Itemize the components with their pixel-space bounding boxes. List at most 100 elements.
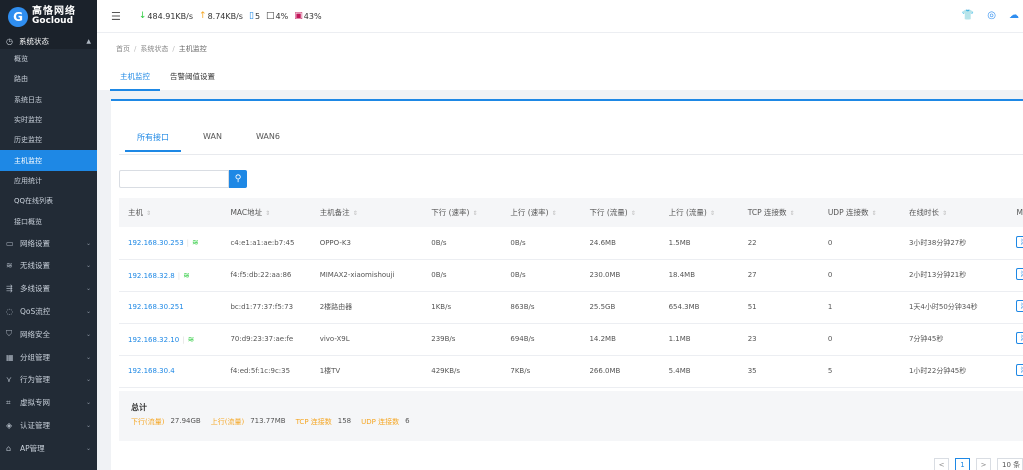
tab-host-monitor[interactable]: 主机监控 [110, 71, 160, 91]
host-ip-link[interactable]: 192.168.30.4 [128, 367, 175, 375]
column-header-6[interactable]: 上行 (流量) ⇕ [660, 198, 739, 227]
cell-udp: 0 [827, 271, 833, 279]
sidebar-group-4[interactable]: ⛉ 网络安全 ⌄ [0, 323, 97, 346]
add-mac-button[interactable]: 添加 [1016, 364, 1023, 376]
cell-note: 2楼路由器 [319, 303, 353, 311]
sidebar-group-3[interactable]: ◌ QoS流控 ⌄ [0, 300, 97, 323]
tab-alarm-threshold[interactable]: 告警阈值设置 [160, 71, 225, 91]
add-mac-button[interactable]: 添加 [1016, 300, 1023, 312]
sidebar-group-8[interactable]: ◈ 认证管理 ⌄ [0, 414, 97, 437]
cell-action: 添加 [1007, 355, 1023, 387]
column-header-1[interactable]: MAC地址 ⇕ [221, 198, 310, 227]
sidebar-item-2[interactable]: 系统日志 [0, 90, 97, 110]
search-icon: ⚲ [234, 174, 242, 184]
cloud-icon[interactable]: ☁ [1009, 10, 1019, 21]
wifi-icon: ≋ [187, 334, 195, 344]
chevron-up-icon: ▲ [86, 37, 91, 45]
host-ip-cell[interactable]: 192.168.30.4 [119, 355, 221, 387]
sidebar-group-1[interactable]: ≋ 无线设置 ⌄ [0, 254, 97, 277]
host-ip-cell[interactable]: 192.168.30.251 [119, 291, 221, 323]
column-header-2[interactable]: 主机备注 ⇕ [311, 198, 423, 227]
sidebar-group-7[interactable]: ⌗ 虚拟专网 ⌄ [0, 391, 97, 414]
next-page-button[interactable]: > [976, 458, 991, 470]
column-header-4[interactable]: 上行 (速率) ⇕ [501, 198, 580, 227]
cell-down-traffic: 14.2MB [589, 335, 616, 343]
sidebar-item-4[interactable]: 历史监控 [0, 130, 97, 150]
search-button[interactable]: ⚲ [229, 170, 247, 188]
sidebar-group-6[interactable]: ⋎ 行为管理 ⌄ [0, 368, 97, 391]
sidebar-item-6[interactable]: 应用统计 [0, 171, 97, 191]
brand-logo[interactable]: G 高恪网络 Gocloud [0, 0, 97, 33]
add-mac-button[interactable]: 添加 [1016, 332, 1023, 344]
sidebar-item-3[interactable]: 实时监控 [0, 110, 97, 130]
sidebar-item-5[interactable]: 主机监控 [0, 150, 97, 171]
cell-up-traffic: 654.3MB [668, 303, 700, 311]
host-ip-link[interactable]: 192.168.30.253 [128, 239, 184, 247]
add-mac-button[interactable]: 添加 [1016, 268, 1023, 280]
table-row: 192.168.32.8 | ≋ f4:f5:db:22:aa:86 MIMAX2-xi… [119, 259, 1023, 291]
breadcrumb-system-status[interactable]: 系统状态 [140, 45, 168, 53]
cell-udp: 5 [827, 367, 833, 375]
host-ip-cell[interactable]: 192.168.32.10 | ≋ [119, 323, 221, 355]
column-header-5[interactable]: 下行 (流量) ⇕ [580, 198, 659, 227]
globe-language-icon[interactable]: ◎ [987, 10, 996, 21]
cloud-logo-icon: G [8, 6, 28, 27]
separator: | [182, 335, 185, 344]
tab-all-interfaces[interactable]: 所有接口 [125, 132, 181, 152]
host-ip-link[interactable]: 192.168.32.10 [128, 336, 179, 344]
column-header-0[interactable]: 主机 ⇕ [119, 198, 221, 227]
chevron-down-icon: ⌄ [85, 239, 91, 247]
cell-action: 添加 [1007, 227, 1023, 259]
prev-page-button[interactable]: < [934, 458, 949, 470]
cell-note: MIMAX2-xiaomishouji [319, 271, 395, 279]
host-ip-link[interactable]: 192.168.32.8 [128, 272, 175, 280]
menu-toggle-icon[interactable]: ☰ [111, 10, 121, 23]
host-ip-link[interactable]: 192.168.30.251 [128, 303, 184, 311]
cell-online: 7分钟45秒 [908, 335, 944, 343]
topbar: ☰ ↓ 484.91KB/s ↑ 8.74KB/s ▯ 5 □ 4% ▣ 43%… [97, 0, 1023, 33]
column-header-7[interactable]: TCP 连接数 ⇕ [739, 198, 819, 227]
add-mac-button[interactable]: 添加 [1016, 235, 1023, 248]
cell-down-traffic: 25.5GB [589, 303, 616, 311]
cell-udp: 0 [827, 238, 833, 247]
breadcrumb: 首页 / 系统状态 / 主机监控 [116, 45, 207, 53]
sort-icon: ⇕ [265, 210, 271, 217]
sidebar-group-system-status[interactable]: ◷ 系统状态 ▲ [0, 33, 97, 49]
host-ip-cell[interactable]: 192.168.32.8 | ≋ [119, 259, 221, 291]
multiline-icon: ⇶ [6, 284, 13, 294]
separator: | [186, 239, 190, 248]
tab-wan[interactable]: WAN [191, 132, 234, 152]
host-ip-cell[interactable]: 192.168.30.253 | ≋ [119, 227, 221, 259]
cell-online: 1天4小时50分钟34秒 [908, 303, 978, 311]
sidebar-group-5[interactable]: ▦ 分组管理 ⌄ [0, 346, 97, 369]
page-size-select[interactable]: 10 条 [997, 458, 1023, 470]
cell-note: vivo-X9L [319, 335, 350, 343]
cpu-usage: □ 4% [266, 11, 289, 21]
sidebar-item-1[interactable]: 路由 [0, 69, 97, 89]
sidebar-item-8[interactable]: 接口概览 [0, 211, 97, 231]
sidebar-group-9[interactable]: ⌂ AP管理 ⌄ [0, 437, 97, 460]
wifi-icon: ≋ [6, 261, 13, 271]
sidebar-item-0[interactable]: 概览 [0, 49, 97, 69]
phone-icon: ▯ [248, 11, 254, 21]
tab-wan6[interactable]: WAN6 [244, 132, 292, 152]
column-header-9[interactable]: 在线时长 ⇕ [900, 198, 1008, 227]
sidebar-group-0[interactable]: ▭ 网络设置 ⌄ [0, 232, 97, 255]
cell-up-traffic: 1.5MB [668, 238, 691, 247]
cell-online: 1小时22分钟45秒 [908, 367, 967, 375]
total-udp-value: 6 [405, 417, 410, 425]
cell-tcp: 22 [747, 238, 757, 247]
breadcrumb-home[interactable]: 首页 [116, 45, 130, 53]
page-1-button[interactable]: 1 [955, 458, 970, 470]
column-header-10[interactable]: MAC [1007, 198, 1023, 227]
column-header-3[interactable]: 下行 (速率) ⇕ [422, 198, 501, 227]
device-count: ▯ 5 [248, 11, 261, 21]
chevron-down-icon: ⌄ [85, 399, 91, 407]
sidebar-group-2[interactable]: ⇶ 多线设置 ⌄ [0, 277, 97, 300]
column-header-8[interactable]: UDP 连接数 ⇕ [819, 198, 900, 227]
sidebar-item-7[interactable]: QQ在线列表 [0, 191, 97, 211]
table-header-row: 主机 ⇕ MAC地址 ⇕ 主机备注 ⇕ 下行 (速率) ⇕ 上行 (速率) ⇕ 下行 (流量) ⇕ 上行… [119, 198, 1023, 227]
shirt-theme-icon[interactable]: 👕 [962, 10, 974, 21]
search-input[interactable] [119, 170, 229, 188]
search-bar: ⚲ [119, 170, 247, 188]
